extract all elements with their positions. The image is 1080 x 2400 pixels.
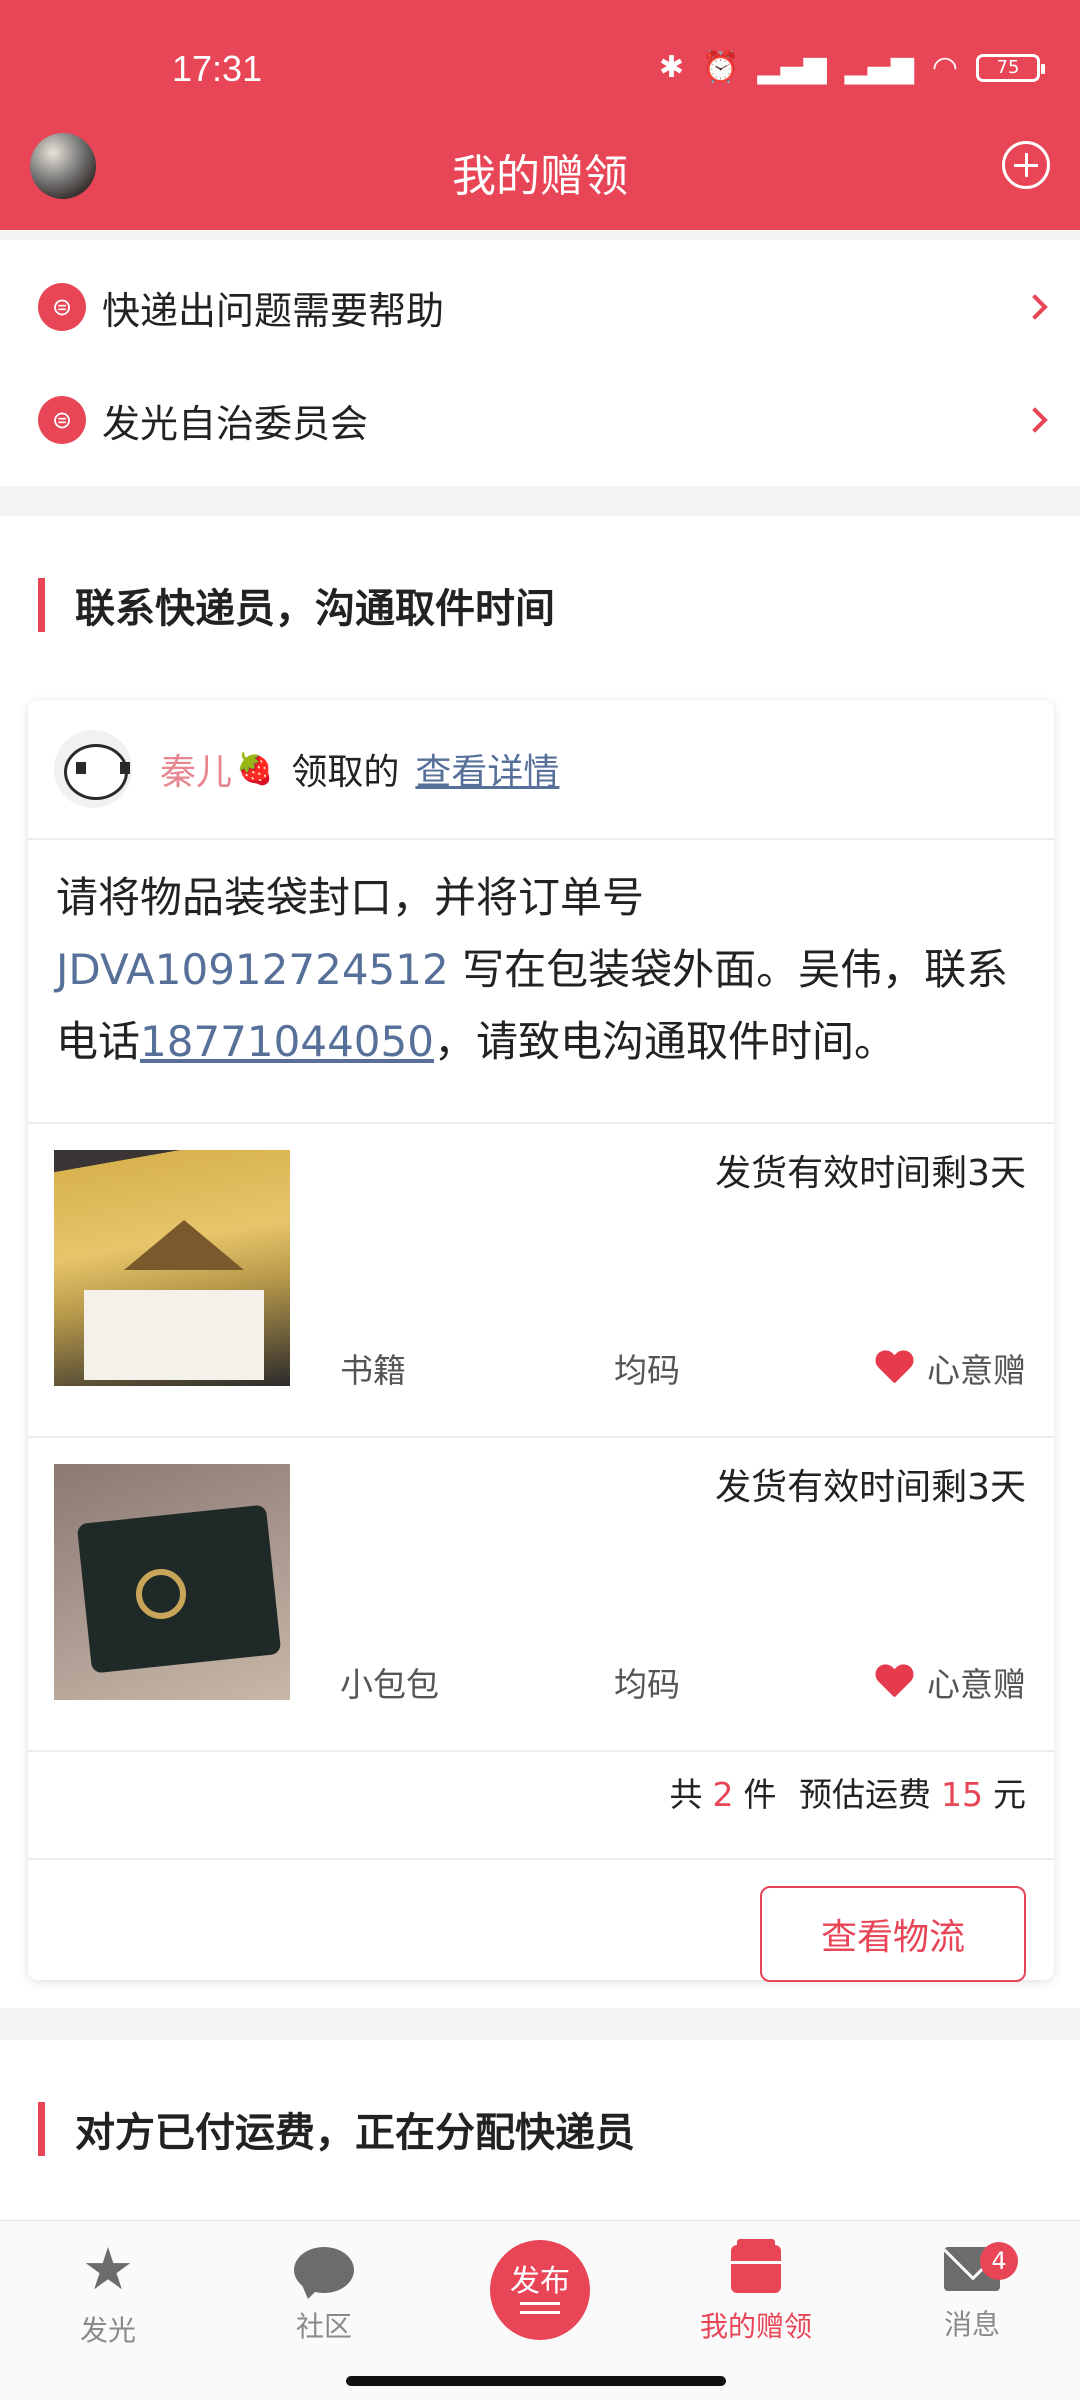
pickup-instruction: 请将物品装袋封口，并将订单号 JDVA10912724512 写在包装袋外面。吴… [56, 862, 1036, 1078]
nav-item-messages[interactable]: 消息 [872, 2241, 1072, 2343]
item-category: 小包包 [340, 1665, 439, 1704]
home-indicator[interactable] [346, 2376, 726, 2386]
status-time: 17:31 [172, 48, 263, 89]
list-item[interactable]: 发货有效时间剩3天 书籍 均码 心意赠 [28, 1124, 1054, 1436]
divider [28, 1750, 1054, 1752]
battery-icon: 75 [976, 53, 1045, 82]
nav-item-community[interactable]: 社区 [224, 2241, 424, 2345]
help-item-courier-issue[interactable]: ⊜ 快递出问题需要帮助 [0, 252, 1080, 362]
publish-label: 发布 [510, 2264, 570, 2299]
message-badge: 4 [980, 2242, 1018, 2280]
list-item[interactable]: 发货有效时间剩3天 小包包 均码 心意赠 [28, 1438, 1054, 1750]
help-item-committee[interactable]: ⊜ 发光自治委员会 [0, 365, 1080, 475]
view-logistics-button[interactable]: 查看物流 [760, 1886, 1026, 1982]
wifi-icon: ◠ [931, 50, 958, 85]
chevron-right-icon [1022, 294, 1048, 320]
section-accent-bar [38, 2102, 45, 2156]
order-summary: 共2件 预估运费 15 元 [670, 1768, 1027, 1816]
bag-clasp [136, 1569, 186, 1619]
item-count: 2 [712, 1775, 734, 1814]
contact-courier-section: 联系快递员，沟通取件时间 秦儿 🍓 领取的 查看详情 请将物品装袋封口，并将订单… [0, 516, 1080, 2008]
section-title: 联系快递员，沟通取件时间 [38, 576, 555, 634]
battery-level: 75 [996, 57, 1020, 78]
item-size: 均码 [614, 1665, 680, 1704]
shipping-validity: 发货有效时间剩3天 [715, 1153, 1026, 1194]
giver-name: 秦儿 [160, 752, 233, 793]
alarm-icon: ⏰ [702, 50, 740, 85]
shipping-fee: 15 [941, 1775, 983, 1814]
claimed-text: 领取的 [291, 752, 400, 793]
service-icon: ⊜ [38, 396, 86, 444]
item-category: 书籍 [340, 1351, 406, 1390]
section-title: 对方已付运费，正在分配快递员 [38, 2100, 635, 2158]
publish-button[interactable]: 发布 [490, 2240, 590, 2340]
status-icons: ✱ ⏰ ▂▄▆ ▂▄▆ ◠ 75 [658, 50, 1045, 85]
order-card: 秦儿 🍓 领取的 查看详情 请将物品装袋封口，并将订单号 JDVA1091272… [28, 700, 1054, 1982]
nav-label: 社区 [295, 2310, 352, 2343]
nav-label: 发光 [79, 2314, 136, 2347]
heart-icon [875, 1665, 913, 1699]
fee-label: 预估运费 [799, 1775, 931, 1814]
strawberry-icon: 🍓 [236, 751, 274, 787]
chat-icon [294, 2247, 354, 2299]
service-icon: ⊜ [38, 283, 86, 331]
gift-type-label: 心意赠 [927, 1665, 1026, 1704]
view-details-link[interactable]: 查看详情 [415, 743, 559, 795]
app-header: 17:31 ✱ ⏰ ▂▄▆ ▂▄▆ ◠ 75 我的赠领 [0, 0, 1080, 230]
bluetooth-icon: ✱ [658, 50, 685, 85]
summary-prefix: 共 [669, 1775, 703, 1814]
phone-link[interactable]: 18771044050 [140, 1017, 434, 1066]
gift-type: 心意赠 [875, 1658, 1026, 1706]
item-size: 均码 [614, 1351, 680, 1390]
gift-icon [731, 2239, 781, 2293]
publish-lines-icon [520, 2302, 560, 2314]
nav-item-faguang[interactable]: 发光 [8, 2241, 208, 2349]
book-cover-caption [84, 1290, 264, 1380]
shipping-validity: 发货有效时间剩3天 [715, 1467, 1026, 1508]
chevron-right-icon [1022, 407, 1048, 433]
nav-label: 我的赠领 [699, 2310, 812, 2343]
help-item-label: 发光自治委员会 [102, 401, 369, 446]
card-header: 秦儿 🍓 领取的 查看详情 [28, 700, 1054, 840]
star-icon [80, 2241, 136, 2297]
currency: 元 [993, 1775, 1026, 1814]
nav-label: 消息 [943, 2308, 1000, 2341]
signal-icon: ▂▄▆ [844, 50, 914, 85]
signal-icon: ▂▄▆ [757, 50, 827, 85]
summary-unit: 件 [743, 1775, 777, 1814]
help-item-label: 快递出问题需要帮助 [102, 288, 445, 333]
help-list: ⊜ 快递出问题需要帮助 ⊜ 发光自治委员会 [0, 240, 1080, 486]
section-title-text: 联系快递员，沟通取件时间 [75, 586, 555, 632]
book-cover-art [124, 1220, 244, 1270]
order-number[interactable]: JDVA10912724512 [56, 945, 449, 994]
gift-type-label: 心意赠 [927, 1351, 1026, 1390]
book-thumbnail [54, 1150, 290, 1386]
section-title-text: 对方已付运费，正在分配快递员 [75, 2110, 635, 2156]
divider [28, 1858, 1054, 1860]
add-button[interactable] [1002, 141, 1050, 189]
giver-avatar[interactable] [54, 730, 132, 808]
instruction-prefix: 请将物品装袋封口，并将订单号 [56, 873, 645, 922]
nav-item-my-gifts[interactable]: 我的赠领 [656, 2239, 856, 2345]
heart-icon [875, 1351, 913, 1385]
instruction-suffix: ，请致电沟通取件时间。 [433, 1017, 896, 1066]
bag-thumbnail [54, 1464, 290, 1700]
section-accent-bar [38, 578, 45, 632]
gift-type: 心意赠 [875, 1344, 1026, 1392]
page-title: 我的赠领 [452, 151, 628, 202]
